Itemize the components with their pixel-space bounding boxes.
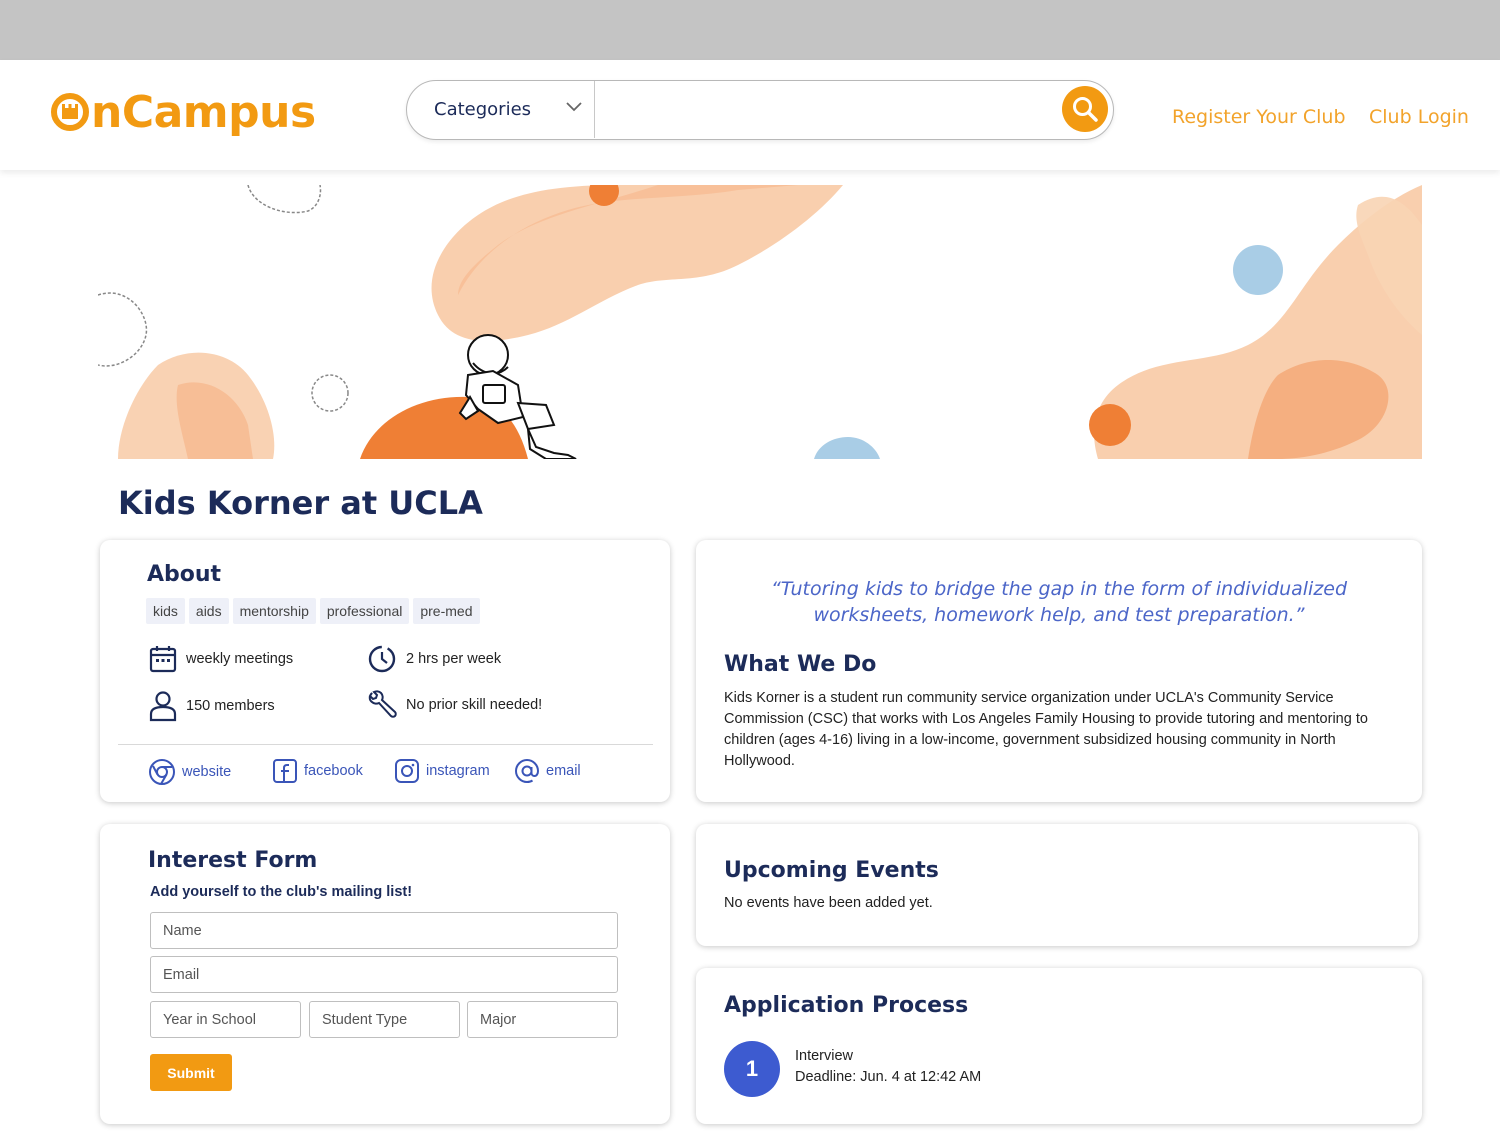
- tag-chip[interactable]: aids: [188, 598, 229, 624]
- upcoming-events-card: Upcoming Events No events have been adde…: [696, 824, 1418, 946]
- categories-dropdown[interactable]: Categories: [407, 81, 595, 138]
- club-banner-image: [98, 185, 1422, 459]
- email-label: email: [546, 763, 581, 779]
- wrench-icon: [368, 690, 397, 718]
- step-number-badge: 1: [724, 1041, 780, 1097]
- submit-button[interactable]: Submit: [150, 1054, 232, 1091]
- interest-form-heading: Interest Form: [148, 848, 318, 873]
- members-text: 150 members: [186, 698, 275, 714]
- categories-label: Categories: [434, 99, 532, 120]
- what-we-do-description: Kids Korner is a student run community s…: [724, 690, 1368, 769]
- website-link[interactable]: website: [148, 758, 231, 786]
- about-divider: [118, 744, 653, 745]
- about-heading: About: [147, 562, 222, 587]
- club-login-link[interactable]: Club Login: [1369, 106, 1469, 128]
- step-name: Interview: [795, 1048, 854, 1064]
- members-fact: 150 members: [148, 690, 275, 722]
- application-process-heading: Application Process: [724, 993, 969, 1018]
- facebook-icon: [273, 759, 297, 783]
- calendar-icon: [149, 646, 177, 673]
- name-field[interactable]: [150, 912, 618, 949]
- website-label: website: [182, 764, 232, 780]
- club-name-heading: Kids Korner at UCLA: [118, 484, 483, 522]
- tag-chip[interactable]: mentorship: [232, 598, 316, 624]
- interest-form-card: Interest Form Add yourself to the club's…: [100, 824, 670, 1124]
- skill-text: No prior skill needed!: [406, 697, 543, 713]
- tag-chip[interactable]: pre-med: [413, 598, 480, 624]
- time-fact: 2 hrs per week: [366, 644, 501, 674]
- clock-icon: [368, 645, 396, 673]
- what-we-do-card: “Tutoring kids to bridge the gap in the …: [696, 540, 1422, 802]
- site-header: nCampus Categories Register Your Club Cl…: [0, 60, 1500, 170]
- facebook-label: facebook: [304, 763, 363, 779]
- application-process-card: Application Process 1 Interview Deadline…: [696, 968, 1422, 1124]
- tag-list: kids aids mentorship professional pre-me…: [146, 598, 480, 624]
- interest-form-subtitle: Add yourself to the club's mailing list!: [150, 884, 413, 900]
- person-icon: [149, 691, 177, 722]
- logo-text: nCampus: [91, 86, 316, 138]
- major-field[interactable]: [467, 1001, 618, 1038]
- search-button[interactable]: [1062, 86, 1108, 132]
- skill-fact: No prior skill needed!: [366, 690, 542, 720]
- banner-illustration: [98, 185, 1422, 459]
- tag-chip[interactable]: kids: [146, 598, 185, 624]
- browser-top-bar: [0, 0, 1500, 60]
- email-field[interactable]: [150, 956, 618, 993]
- step-deadline: Deadline: Jun. 4 at 12:42 AM: [795, 1069, 982, 1085]
- events-empty-text: No events have been added yet.: [724, 895, 933, 911]
- meetings-fact: weekly meetings: [148, 644, 293, 674]
- chevron-down-icon: [566, 102, 582, 112]
- castle-logo-icon: [51, 93, 89, 131]
- oncampus-logo[interactable]: nCampus: [50, 82, 316, 142]
- time-text: 2 hrs per week: [406, 651, 502, 667]
- about-card: About kids aids mentorship professional …: [100, 540, 670, 802]
- at-sign-icon: [514, 758, 540, 784]
- search-bar: Categories: [406, 80, 1114, 140]
- tag-chip[interactable]: professional: [319, 598, 410, 624]
- instagram-label: instagram: [426, 763, 490, 779]
- student-type-field[interactable]: [309, 1001, 460, 1038]
- chrome-icon: [149, 759, 175, 785]
- instagram-link[interactable]: instagram: [394, 758, 490, 784]
- what-we-do-heading: What We Do: [724, 652, 877, 677]
- meetings-text: weekly meetings: [186, 651, 294, 667]
- club-quote: “Tutoring kids to bridge the gap in the …: [770, 578, 1348, 626]
- upcoming-events-heading: Upcoming Events: [724, 858, 939, 883]
- year-in-school-field[interactable]: [150, 1001, 301, 1038]
- register-club-link[interactable]: Register Your Club: [1172, 106, 1346, 128]
- email-link[interactable]: email: [514, 758, 581, 784]
- facebook-link[interactable]: facebook: [272, 758, 363, 784]
- instagram-icon: [395, 759, 419, 783]
- search-icon: [1073, 97, 1098, 122]
- search-input[interactable]: [597, 83, 1037, 135]
